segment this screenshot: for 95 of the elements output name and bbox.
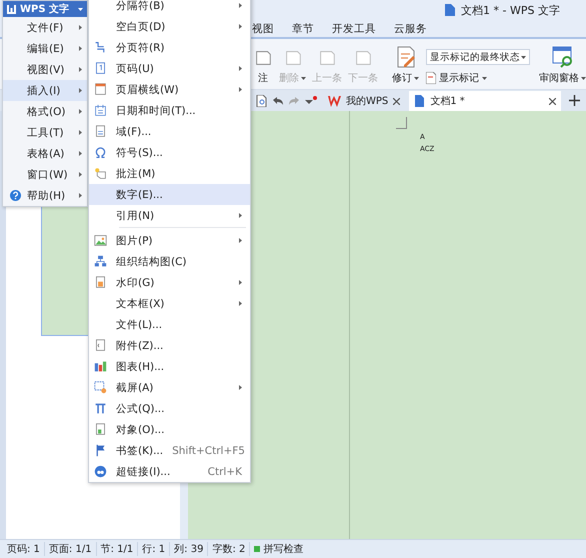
menu-item[interactable]: 对象(O)... [89,419,250,440]
show-markup-button[interactable]: 显示标记 [426,71,530,85]
submenu-arrow-icon [79,67,82,72]
document-icon [444,4,456,16]
pencil-document-icon [394,46,416,68]
review-pane-button[interactable]: 审阅窗格 [536,46,586,85]
menu-item[interactable]: 附件(Z)... [89,335,250,356]
menu-item[interactable]: 水印(G) [89,272,250,293]
help-icon [10,190,21,201]
menu-item[interactable]: 文件(L)... [89,314,250,335]
comment-page-icon [353,48,373,68]
close-icon[interactable] [549,98,556,104]
comment-page-icon [317,48,337,68]
caret-icon [521,56,526,58]
menu-item[interactable]: 批注(M) [89,163,250,184]
page-break-icon [94,41,107,54]
submenu-arrow-icon [79,88,82,93]
spell-check-button[interactable]: 拼写检查 [250,542,304,556]
ribbon-button[interactable]: 修订 [389,46,422,85]
caret-icon [482,76,487,80]
submenu-arrow-icon [79,193,82,198]
status-field: 页码: 1 [3,542,45,556]
submenu-arrow-icon [79,109,82,114]
image-icon [94,234,107,247]
markup-dropdown[interactable]: 显示标记的最终状态 [426,49,530,65]
ribbon-tab[interactable]: 视图 [252,22,274,36]
menu-item[interactable]: 域(F)... [89,121,250,142]
ribbon-tab[interactable]: 章节 [292,22,314,36]
submenu-arrow-icon [79,46,82,51]
menu-item[interactable]: 文件(F) [3,17,87,38]
menu-item[interactable]: 超链接(I)... Ctrl+K [89,461,250,482]
menu-item[interactable]: 符号(S)... [89,142,250,163]
window-magnifier-icon [550,46,574,68]
calendar-icon [94,104,107,117]
caret-icon [78,8,83,10]
menu-item[interactable]: 数字(E)... [89,184,250,205]
pi-icon [94,402,107,415]
menu-item[interactable]: 分隔符(B) [89,0,250,16]
menu-item[interactable]: 组织结构图(C) [89,251,250,272]
caret-icon [581,76,586,80]
ribbon-tab[interactable]: 云服务 [394,22,427,36]
status-field: 行: 1 [138,542,170,556]
undo-icon[interactable] [273,97,283,105]
document-tab[interactable]: 我的WPS [323,91,406,111]
menu-item[interactable]: 分页符(R) [89,37,250,58]
bar-chart-icon [94,360,107,373]
close-icon[interactable] [393,98,400,104]
menu-item[interactable]: 图片(P) [89,230,250,251]
document-icon [426,72,436,84]
menu-item[interactable]: 图表(H)... [89,356,250,377]
menu-item[interactable]: 表格(A) [3,143,87,164]
document-icon [414,95,426,107]
org-chart-icon [94,255,107,268]
menu-item[interactable]: 日期和时间(T)... [89,100,250,121]
w-logo-icon [7,4,16,14]
app-menu-button[interactable]: WPS 文字 [3,1,87,17]
status-field: 列: 39 [170,542,208,556]
comment-icon [94,167,107,180]
menu-item[interactable]: 视图(V) [3,59,87,80]
print-preview-icon[interactable] [256,95,267,107]
ribbon-tab[interactable]: 开发工具 [332,22,376,36]
menu-item[interactable]: 公式(Q)... [89,398,250,419]
menu-item[interactable]: 窗口(W) [3,164,87,185]
status-field: 页面: 1/1 [44,542,97,556]
menu-item[interactable]: 工具(T) [3,122,87,143]
object-icon [94,423,107,436]
menu-item[interactable]: 插入(I) [3,80,87,101]
menu-item[interactable]: 编辑(E) [3,38,87,59]
menu-item[interactable]: 书签(K)... Shift+Ctrl+F5 [89,440,250,461]
screenshot-icon [94,381,107,394]
ribbon-button[interactable]: 注 [250,48,276,85]
submenu-arrow-icon [79,25,82,30]
submenu-arrow-icon [79,172,82,177]
page-number-icon [94,62,107,75]
comment-page-icon [253,48,273,68]
menu-item[interactable]: 页码(U) [89,58,250,79]
status-field: 节: 1/1 [96,542,138,556]
menu-item[interactable]: 文本框(X) [89,293,250,314]
new-tab-icon[interactable] [569,95,580,106]
customize-icon[interactable] [305,96,317,106]
omega-icon [94,146,107,159]
w-logo-icon [328,96,341,106]
menu-item[interactable]: 帮助(H) [3,185,87,206]
field-document-icon [94,125,107,138]
menu-item[interactable]: 空白页(D) [89,16,250,37]
submenu-arrow-icon [79,130,82,135]
menu-item[interactable]: 格式(O) [3,101,87,122]
menu-item[interactable]: 截屏(A) [89,377,250,398]
status-field: 字数: 2 [208,542,250,556]
document-tab[interactable]: 文档1 * [409,91,562,111]
menu-item[interactable]: 引用(N) [89,205,250,226]
menu-item[interactable]: 页眉横线(W) [89,79,250,100]
flag-icon [94,444,107,457]
submenu-arrow-icon [79,151,82,156]
window-title: 文档1 * - WPS 文字 [461,2,560,18]
